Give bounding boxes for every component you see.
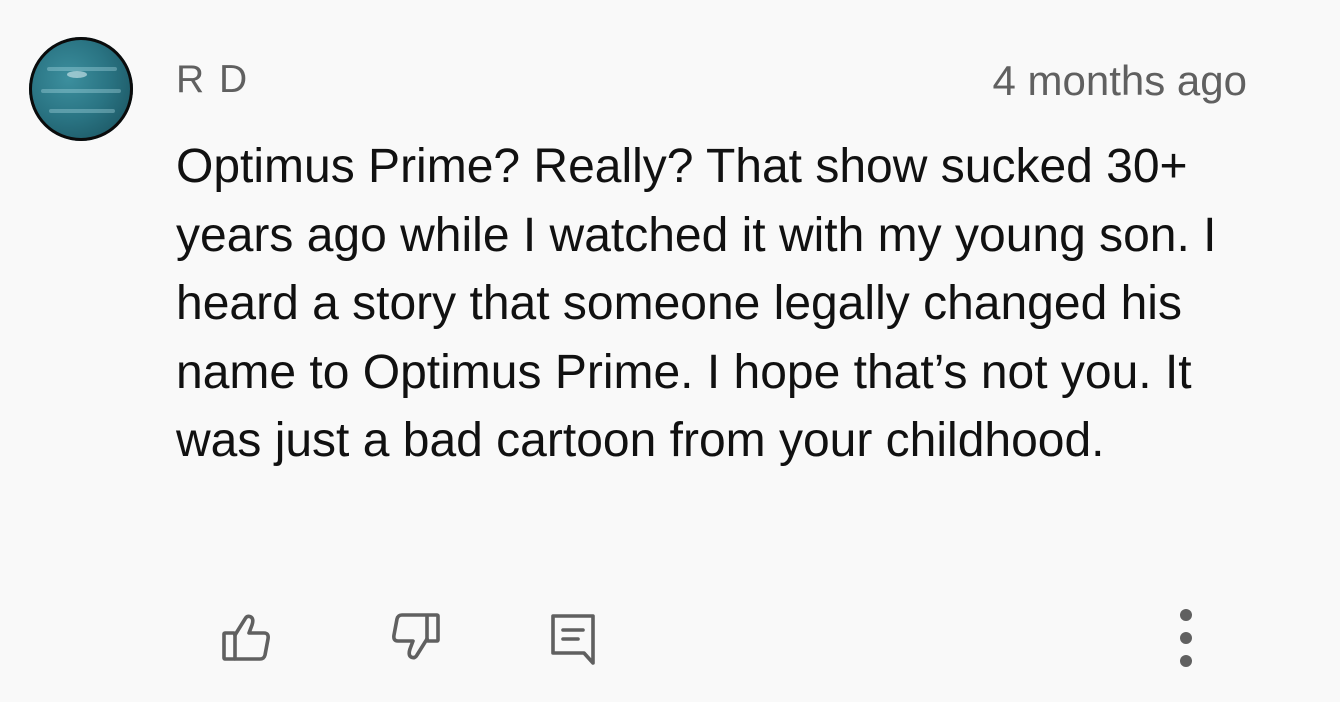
comment-author[interactable]: R D xyxy=(176,56,249,104)
thumbs-down-icon xyxy=(392,613,440,660)
comment-item: R D 4 months ago Optimus Prime? Really? … xyxy=(0,0,1340,702)
thumbs-up-icon xyxy=(222,614,270,661)
like-button[interactable] xyxy=(214,605,278,669)
more-options-button[interactable] xyxy=(1154,605,1218,669)
avatar[interactable] xyxy=(29,37,133,141)
more-vertical-icon xyxy=(1180,609,1192,667)
dislike-button[interactable] xyxy=(384,605,448,669)
comment-actions xyxy=(0,605,1340,669)
comment-timestamp: 4 months ago xyxy=(992,57,1247,104)
comment-reply-icon xyxy=(551,614,595,665)
reply-button[interactable] xyxy=(540,605,604,669)
comment-text: Optimus Prime? Really? That show sucked … xyxy=(176,140,1217,467)
